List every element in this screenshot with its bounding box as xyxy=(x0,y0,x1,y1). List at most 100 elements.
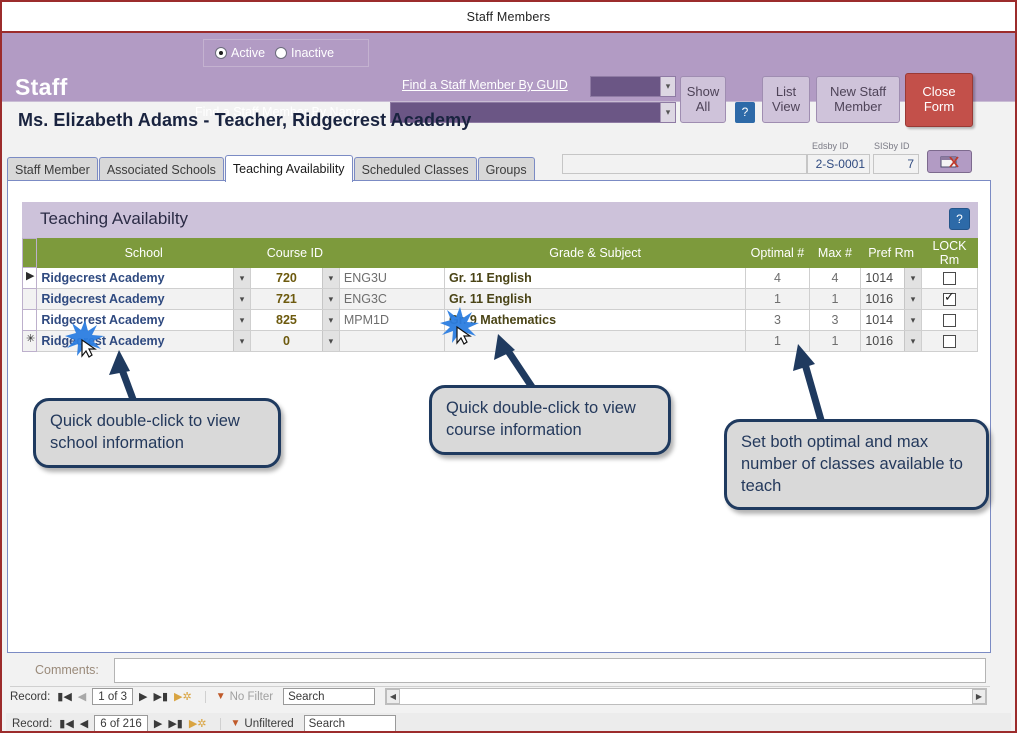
col-course-id[interactable]: Course ID xyxy=(249,238,340,268)
chevron-down-icon[interactable]: ▾ xyxy=(903,310,921,330)
tab-associated-schools[interactable]: Associated Schools xyxy=(98,157,224,182)
export-button[interactable] xyxy=(927,150,972,173)
row-selector[interactable] xyxy=(21,288,38,310)
list-view-button[interactable]: List View xyxy=(762,76,810,123)
lock-rm-checkbox[interactable] xyxy=(942,314,956,328)
cell-course-code[interactable] xyxy=(338,330,446,352)
find-by-guid-input[interactable] xyxy=(591,77,660,96)
lock-rm-checkbox[interactable] xyxy=(942,272,956,286)
cell-course-code[interactable]: ENG3U xyxy=(338,267,446,289)
cell-school[interactable]: Ridgecrest Academy ▾ xyxy=(36,288,251,310)
next-record-button[interactable]: ▶ xyxy=(151,717,165,730)
table-row[interactable]: ✳ Ridgecrest Academy ▾ 0 ▾ 1 1 1016 ▾ xyxy=(21,330,979,352)
chevron-down-icon[interactable]: ▾ xyxy=(232,310,250,330)
cell-lock-rm[interactable] xyxy=(920,330,979,352)
table-row[interactable]: Ridgecrest Academy ▾ 721 ▾ ENG3C Gr. 11 En… xyxy=(21,288,979,310)
cell-pref-rm[interactable]: 1016 ▾ xyxy=(860,288,922,310)
cell-school[interactable]: Ridgecrest Academy ▾ xyxy=(36,267,251,289)
chevron-down-icon[interactable]: ▾ xyxy=(660,103,675,122)
record-position-input[interactable]: 6 of 216 xyxy=(94,715,148,731)
record-navigator-outer[interactable]: Record: ▮◀ ◀ 6 of 216 ▶ ▶▮ ▶✲ ▼ Unfilter… xyxy=(6,713,1011,731)
sisby-id-value[interactable]: 7 xyxy=(873,154,919,174)
show-all-button[interactable]: Show All xyxy=(680,76,726,123)
scroll-right-button[interactable]: ▶ xyxy=(972,689,986,704)
col-grade-subject[interactable]: Grade & Subject xyxy=(444,238,747,268)
new-record-button[interactable]: ▶✲ xyxy=(186,717,210,730)
table-row[interactable]: ▶ Ridgecrest Academy ▾ 720 ▾ ENG3U Gr. 11 … xyxy=(21,267,979,289)
col-lock-rm[interactable]: LOCK Rm xyxy=(920,238,979,268)
find-by-guid-label[interactable]: Find a Staff Member By GUID xyxy=(402,78,568,92)
search-input-outer[interactable]: Search xyxy=(303,715,396,731)
next-record-button[interactable]: ▶ xyxy=(136,690,150,703)
chevron-down-icon[interactable]: ▾ xyxy=(321,310,339,330)
radio-active[interactable]: Active xyxy=(215,46,265,60)
cell-grade-subject[interactable]: Gr. 9 Mathematics xyxy=(444,309,747,331)
row-selector[interactable]: ▶ xyxy=(21,267,38,289)
search-input-inner[interactable]: Search xyxy=(283,688,376,705)
section-help-button[interactable]: ? xyxy=(949,208,970,230)
cell-school[interactable]: Ridgecrest Academy ▾ xyxy=(36,309,251,331)
record-position-input[interactable]: 1 of 3 xyxy=(92,688,134,705)
row-selector[interactable] xyxy=(21,309,38,331)
radio-active-icon[interactable] xyxy=(215,47,227,59)
tab-teaching-availability[interactable]: Teaching Availability xyxy=(224,155,353,182)
new-staff-member-button[interactable]: New Staff Member xyxy=(816,76,900,123)
cell-pref-rm[interactable]: 1016 ▾ xyxy=(860,330,922,352)
cell-max[interactable]: 1 xyxy=(808,330,862,352)
lock-rm-checkbox[interactable] xyxy=(942,290,956,307)
first-record-button[interactable]: ▮◀ xyxy=(56,717,77,730)
radio-inactive[interactable]: Inactive xyxy=(275,46,334,60)
cell-grade-subject[interactable] xyxy=(444,330,747,352)
cell-course-id[interactable]: 721 ▾ xyxy=(249,288,340,310)
lock-rm-checkbox[interactable] xyxy=(942,335,956,349)
id-strip-field[interactable] xyxy=(562,154,807,174)
cell-course-id[interactable]: 720 ▾ xyxy=(249,267,340,289)
table-row[interactable]: Ridgecrest Academy ▾ 825 ▾ MPM1D Gr. 9 Mat… xyxy=(21,309,979,331)
horizontal-scrollbar[interactable]: ◀ ▶ xyxy=(385,688,987,705)
col-course-code[interactable] xyxy=(338,238,446,268)
cell-max[interactable]: 3 xyxy=(808,309,862,331)
filter-status-inner[interactable]: ▼ No Filter xyxy=(204,690,273,703)
edsby-id-value[interactable]: 2-S-0001 xyxy=(807,154,870,174)
cell-max[interactable]: 1 xyxy=(808,288,862,310)
cell-school[interactable]: Ridgecrest Academy ▾ xyxy=(36,330,251,352)
previous-record-button[interactable]: ◀ xyxy=(75,690,89,703)
chevron-down-icon[interactable]: ▾ xyxy=(321,289,339,309)
scroll-left-button[interactable]: ◀ xyxy=(386,689,400,704)
cell-lock-rm[interactable] xyxy=(920,309,979,331)
col-pref-rm[interactable]: Pref Rm xyxy=(860,238,922,268)
cell-course-id[interactable]: 0 ▾ xyxy=(249,330,340,352)
row-selector[interactable]: ✳ xyxy=(21,330,38,352)
tab-groups[interactable]: Groups xyxy=(477,157,535,182)
cell-course-id[interactable]: 825 ▾ xyxy=(249,309,340,331)
cell-pref-rm[interactable]: 1014 ▾ xyxy=(860,267,922,289)
cell-optimal[interactable]: 1 xyxy=(745,288,810,310)
cell-max[interactable]: 4 xyxy=(808,267,862,289)
cell-grade-subject[interactable]: Gr. 11 English xyxy=(444,267,747,289)
cell-course-code[interactable]: MPM1D xyxy=(338,309,446,331)
col-max[interactable]: Max # xyxy=(808,238,862,268)
tab-scheduled-classes[interactable]: Scheduled Classes xyxy=(353,157,477,182)
filter-status-outer[interactable]: ▼ Unfiltered xyxy=(219,717,294,730)
chevron-down-icon[interactable]: ▾ xyxy=(232,289,250,309)
chevron-down-icon[interactable]: ▾ xyxy=(232,268,250,288)
cell-optimal[interactable]: 4 xyxy=(745,267,810,289)
new-record-button[interactable]: ▶✲ xyxy=(171,690,195,703)
first-record-button[interactable]: ▮◀ xyxy=(54,690,75,703)
find-by-guid-combo[interactable]: ▾ xyxy=(590,76,676,97)
last-record-button[interactable]: ▶▮ xyxy=(151,690,172,703)
close-form-button[interactable]: Close Form xyxy=(905,73,973,127)
chevron-down-icon[interactable]: ▾ xyxy=(660,77,675,96)
tab-staff-member[interactable]: Staff Member xyxy=(7,157,98,182)
cell-pref-rm[interactable]: 1014 ▾ xyxy=(860,309,922,331)
col-school[interactable]: School xyxy=(36,238,251,268)
cell-lock-rm[interactable] xyxy=(920,288,979,310)
last-record-button[interactable]: ▶▮ xyxy=(165,717,186,730)
chevron-down-icon[interactable]: ▾ xyxy=(903,268,921,288)
cell-course-code[interactable]: ENG3C xyxy=(338,288,446,310)
chevron-down-icon[interactable]: ▾ xyxy=(903,289,921,309)
comments-input[interactable] xyxy=(114,658,986,683)
scroll-track[interactable] xyxy=(400,689,972,704)
cell-lock-rm[interactable] xyxy=(920,267,979,289)
col-optimal[interactable]: Optimal # xyxy=(745,238,810,268)
